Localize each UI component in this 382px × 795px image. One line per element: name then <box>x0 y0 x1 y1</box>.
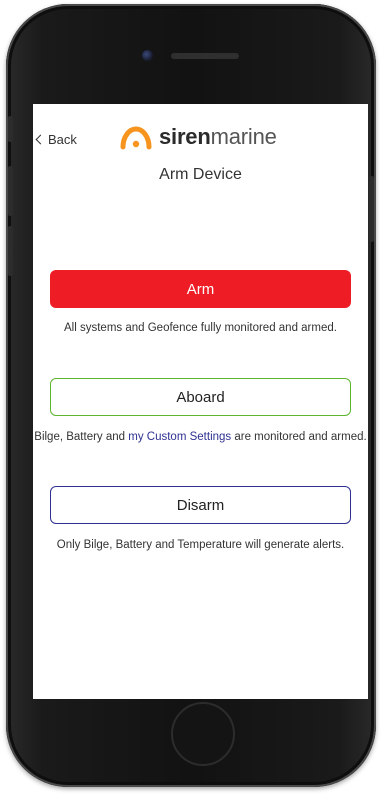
power-button <box>369 176 374 242</box>
arm-button[interactable]: Arm <box>50 270 351 308</box>
volume-down-button <box>8 226 13 276</box>
home-button <box>171 702 235 766</box>
aboard-description: Bilge, Battery and my Custom Settings ar… <box>33 430 368 444</box>
volume-up-button <box>8 166 13 216</box>
disarm-description: Only Bilge, Battery and Temperature will… <box>56 539 345 551</box>
arm-description: All systems and Geofence fully monitored… <box>64 322 337 334</box>
aboard-button[interactable]: Aboard <box>50 378 351 416</box>
back-label: Back <box>48 132 77 147</box>
earpiece-speaker <box>171 53 239 59</box>
mute-switch <box>8 116 13 142</box>
brand-name-light: marine <box>210 124 277 149</box>
custom-settings-link[interactable]: my Custom Settings <box>128 431 231 443</box>
brand-logo: sirenmarine <box>118 124 277 150</box>
disarm-button[interactable]: Disarm <box>50 486 351 524</box>
chevron-left-icon <box>35 134 46 145</box>
brand-name: sirenmarine <box>159 124 277 150</box>
app-screen: Back sirenmarine Arm Device Arm All syst… <box>33 104 368 699</box>
front-camera <box>142 50 153 61</box>
aboard-description-prefix: Bilge, Battery and <box>34 431 129 443</box>
brand-name-bold: siren <box>159 124 211 149</box>
page-title: Arm Device <box>159 166 242 183</box>
siren-arc-icon <box>120 126 152 150</box>
aboard-description-suffix: are monitored and armed. <box>231 431 367 443</box>
back-button[interactable]: Back <box>35 132 77 147</box>
